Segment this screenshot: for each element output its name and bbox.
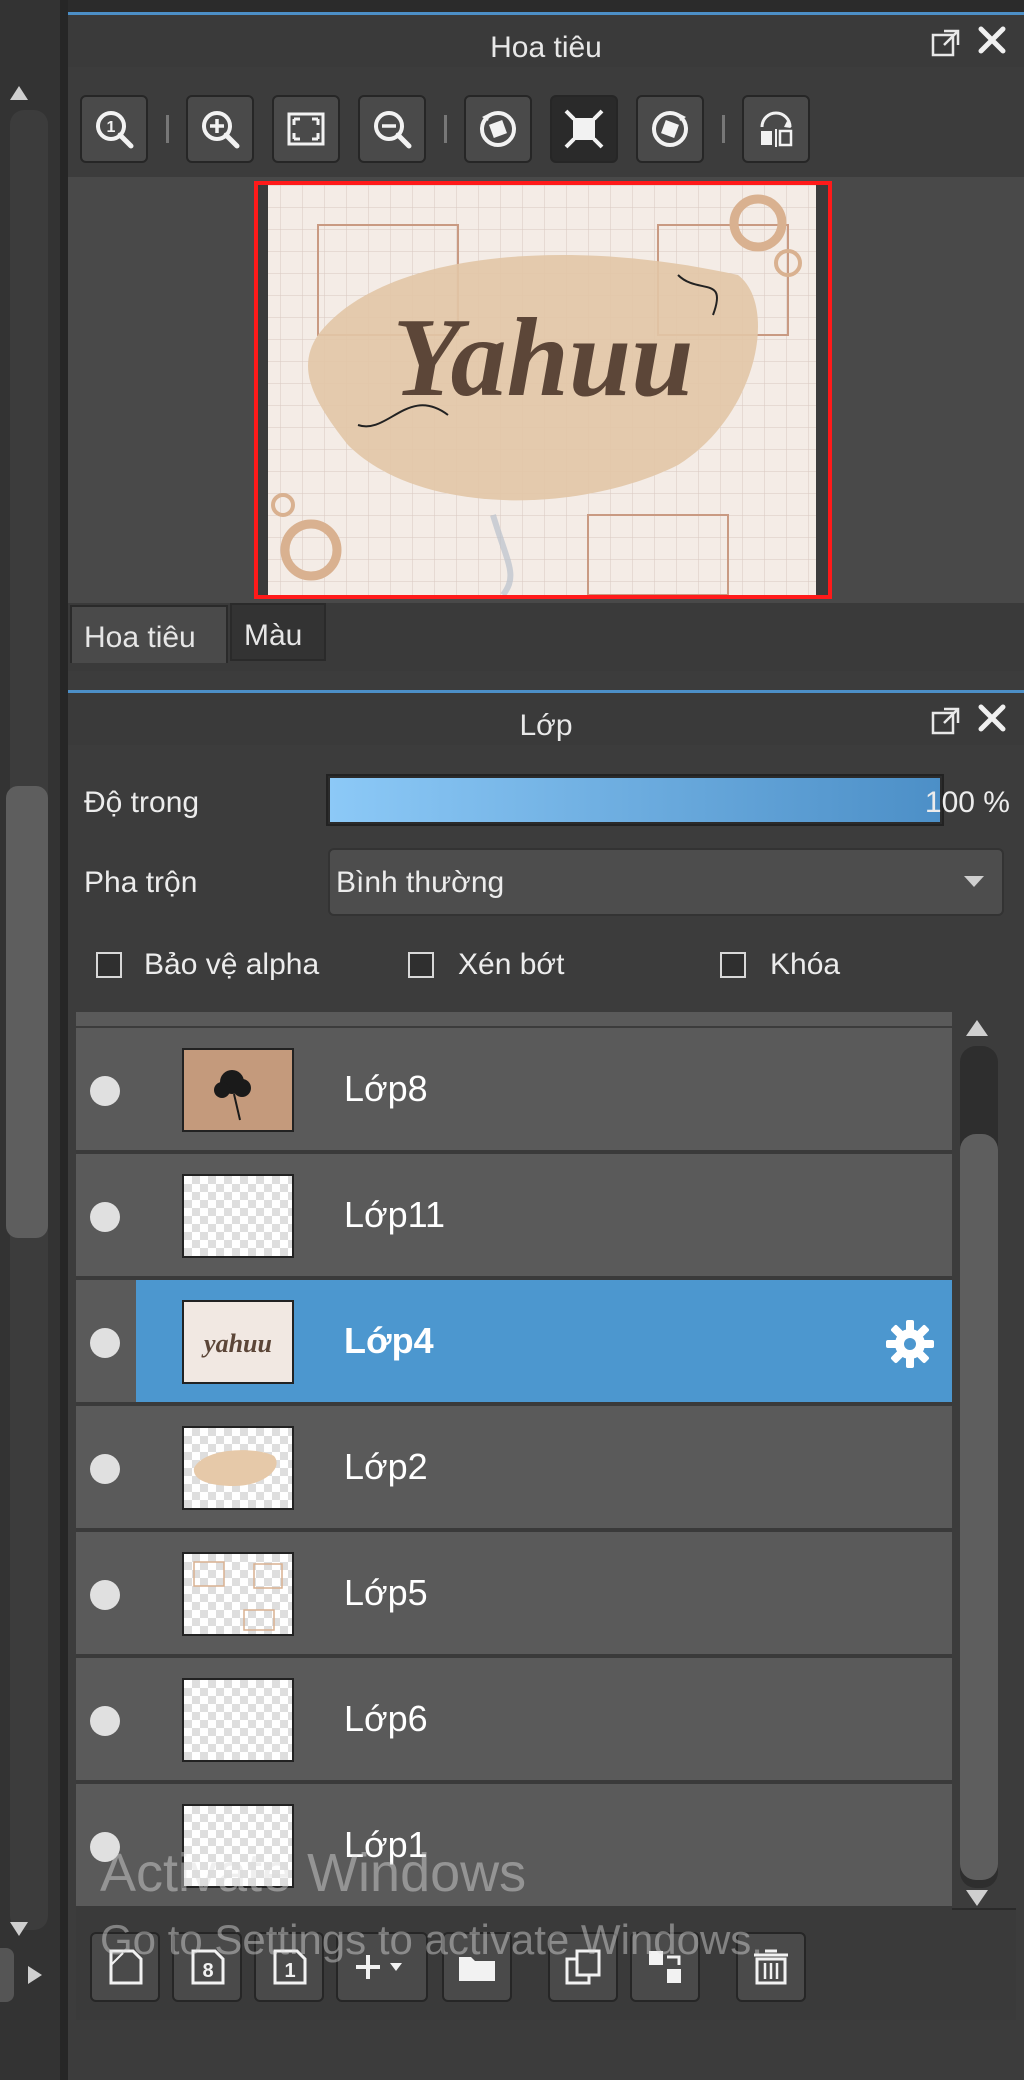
toolbar-separator (166, 115, 169, 143)
canvas-preview-image: Yahuu (258, 185, 828, 595)
layer-title: Lớp (519, 709, 573, 742)
navigator-header: Hoa tiêu (68, 12, 1024, 67)
navigator-toolbar: 1 (68, 67, 1024, 177)
lock-label: Khóa (770, 948, 841, 981)
alpha-protect-label: Bảo vệ alpha (144, 948, 320, 981)
panel-top-gap (68, 0, 1024, 12)
alpha-protect-checkbox[interactable] (96, 952, 122, 978)
layer-row[interactable]: Lớp8 (76, 1028, 952, 1154)
navigator-panel: Hoa tiêu 1 Yahuu Hoa tiêu Màu (68, 0, 1024, 690)
layer-row[interactable]: Lớp5 (76, 1532, 952, 1658)
svg-text:1: 1 (107, 119, 116, 136)
close-icon[interactable] (976, 703, 1008, 735)
opacity-value: 100 % (924, 786, 1010, 819)
visibility-toggle[interactable] (90, 1328, 120, 1358)
zoom-reset-button[interactable]: 1 (80, 95, 148, 163)
scroll-down-arrow-icon[interactable] (10, 1922, 28, 1936)
close-icon[interactable] (976, 25, 1008, 57)
list-scroll-down-icon[interactable] (966, 1890, 988, 1906)
fit-screen-button[interactable] (272, 95, 340, 163)
layer-name: Lớp4 (344, 1320, 434, 1361)
visibility-toggle[interactable] (90, 1706, 120, 1736)
panel-divider (60, 0, 68, 2080)
visibility-toggle[interactable] (90, 1454, 120, 1484)
zoom-out-icon (374, 111, 412, 149)
chevron-down-icon (964, 876, 984, 887)
opacity-slider-fill (330, 778, 940, 822)
watermark-title: Activate Windows (100, 1843, 527, 1903)
toolbar-separator (722, 115, 725, 143)
toolbar-separator (444, 115, 447, 143)
layer-name: Lớp6 (344, 1698, 428, 1739)
visibility-toggle[interactable] (90, 1202, 120, 1232)
blend-label: Pha trộn (84, 866, 198, 899)
opacity-slider[interactable] (326, 774, 944, 826)
layer-name: Lớp5 (344, 1572, 428, 1613)
left-scroll-strip (0, 0, 68, 2080)
visibility-toggle[interactable] (90, 1580, 120, 1610)
preview-text: Yahuu (393, 296, 694, 420)
list-scrollbar-track[interactable] (960, 1046, 998, 1888)
list-scrollbar-thumb[interactable] (960, 1134, 998, 1880)
horizontal-scroll-thumb[interactable] (0, 1948, 14, 2002)
navigator-title: Hoa tiêu (490, 31, 602, 64)
layer-row[interactable]: Lớp6 (76, 1658, 952, 1784)
layer-thumbnail (182, 1048, 294, 1132)
scroll-right-arrow-icon[interactable] (28, 1966, 42, 1984)
thumbnail-text: yahuu (201, 1329, 272, 1358)
layer-name: Lớp11 (344, 1194, 446, 1235)
tab-navigator[interactable]: Hoa tiêu (70, 605, 228, 663)
layer-thumbnail: yahuu (182, 1300, 294, 1384)
layer-row[interactable]: yahuu Lớp4 (76, 1280, 952, 1406)
layer-name: Lớp2 (344, 1446, 428, 1487)
navigator-preview-area[interactable]: Yahuu (68, 177, 1024, 603)
list-scroll-up-icon[interactable] (966, 1020, 988, 1036)
popout-icon[interactable] (930, 705, 962, 737)
view-frame[interactable]: Yahuu (254, 181, 832, 599)
layer-thumbnail (182, 1426, 294, 1510)
clipping-label: Xén bớt (458, 948, 565, 981)
layer-header: Lớp (68, 690, 1024, 745)
zoom-in-button[interactable] (186, 95, 254, 163)
flip-horizontal-icon (760, 111, 793, 147)
rotate-right-icon (652, 111, 688, 147)
zoom-reset-icon: 1 (96, 111, 134, 149)
layer-row[interactable]: Lớp2 (76, 1406, 952, 1532)
left-scrollbar-thumb[interactable] (6, 786, 48, 1238)
gear-icon[interactable] (884, 1318, 936, 1375)
layer-row[interactable]: Lớp11 (76, 1154, 952, 1280)
layer-thumbnail (182, 1678, 294, 1762)
flip-horizontal-button[interactable] (742, 95, 810, 163)
watermark-subtitle: Go to Settings to activate Windows. (100, 1916, 763, 1963)
zoom-in-icon (202, 111, 240, 149)
rotate-left-icon (480, 111, 516, 147)
lock-checkbox[interactable] (720, 952, 746, 978)
clipping-checkbox[interactable] (408, 952, 434, 978)
fit-window-button[interactable] (550, 95, 618, 163)
zoom-out-button[interactable] (358, 95, 426, 163)
blend-mode-value: Bình thường (336, 866, 505, 899)
layer-thumbnail (182, 1174, 294, 1258)
visibility-toggle[interactable] (90, 1076, 120, 1106)
rotate-right-button[interactable] (636, 95, 704, 163)
layer-name: Lớp8 (344, 1068, 428, 1109)
fit-window-icon (564, 109, 604, 149)
tab-color[interactable]: Màu (230, 603, 326, 661)
rotate-left-button[interactable] (464, 95, 532, 163)
blend-mode-select[interactable]: Bình thường (328, 848, 1004, 916)
fit-screen-icon (287, 112, 325, 146)
opacity-label: Độ trong (84, 786, 200, 819)
layer-thumbnail (182, 1552, 294, 1636)
scroll-up-arrow-icon[interactable] (10, 86, 28, 100)
popout-icon[interactable] (930, 27, 962, 59)
navigator-tab-bar: Hoa tiêu Màu (68, 603, 1024, 671)
layer-row-partial (76, 1012, 952, 1026)
